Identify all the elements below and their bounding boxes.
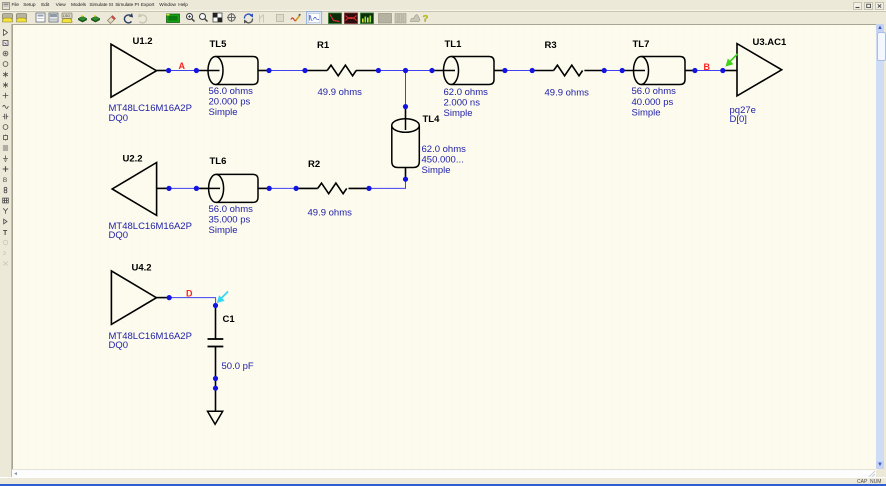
svg-text:TL5: TL5 xyxy=(210,39,228,50)
svg-text:LSG: LSG xyxy=(63,14,70,18)
svg-text:62.0 ohms: 62.0 ohms xyxy=(444,87,489,98)
svg-text:DQ0: DQ0 xyxy=(109,113,129,124)
svg-text:U4.2: U4.2 xyxy=(132,263,152,274)
svg-text:C1: C1 xyxy=(223,314,236,325)
svg-text:?: ? xyxy=(423,14,429,25)
svg-text:Simple: Simple xyxy=(422,165,451,176)
svg-text:56.0 ohms: 56.0 ohms xyxy=(209,204,254,215)
svg-text:B: B xyxy=(3,177,7,184)
svg-text:TL4: TL4 xyxy=(423,114,441,125)
svg-text:DQ0: DQ0 xyxy=(109,340,129,351)
svg-text:B: B xyxy=(704,62,711,72)
svg-text:R1: R1 xyxy=(317,40,330,51)
svg-text:49.9 ohms: 49.9 ohms xyxy=(318,87,363,98)
svg-text:D: D xyxy=(186,289,193,299)
svg-text:D[0]: D[0] xyxy=(730,114,747,125)
svg-text:35.000 ps: 35.000 ps xyxy=(209,215,251,226)
svg-text:Simple: Simple xyxy=(209,225,238,236)
svg-text:49.9 ohms: 49.9 ohms xyxy=(308,208,353,219)
svg-text:T: T xyxy=(3,230,8,237)
svg-text:TL6: TL6 xyxy=(210,156,227,167)
svg-text:56.0 ohms: 56.0 ohms xyxy=(209,86,254,97)
svg-text:U3.AC1: U3.AC1 xyxy=(753,37,788,48)
svg-text:2.000 ns: 2.000 ns xyxy=(444,98,481,109)
svg-text:Simple: Simple xyxy=(209,107,238,118)
svg-text:56.0 ohms: 56.0 ohms xyxy=(632,86,677,97)
svg-text:U1.2: U1.2 xyxy=(133,36,153,47)
svg-text:DQ0: DQ0 xyxy=(109,230,129,241)
svg-text:450.000...: 450.000... xyxy=(422,155,464,166)
svg-text:Simple: Simple xyxy=(632,108,661,119)
svg-text:U2.2: U2.2 xyxy=(123,154,143,165)
svg-text:A: A xyxy=(179,61,186,71)
svg-text:50.0 pF: 50.0 pF xyxy=(222,361,254,372)
svg-text:20.000 ps: 20.000 ps xyxy=(209,97,251,108)
svg-text:R2: R2 xyxy=(308,159,320,170)
svg-text:Simple: Simple xyxy=(444,108,473,119)
svg-text:40.000 ps: 40.000 ps xyxy=(632,97,674,108)
svg-text:TL1: TL1 xyxy=(445,39,463,50)
svg-text:49.9 ohms: 49.9 ohms xyxy=(545,88,590,99)
svg-text:62.0 ohms: 62.0 ohms xyxy=(422,144,467,155)
svg-text:R3: R3 xyxy=(545,40,557,51)
svg-text:TL7: TL7 xyxy=(633,39,650,50)
